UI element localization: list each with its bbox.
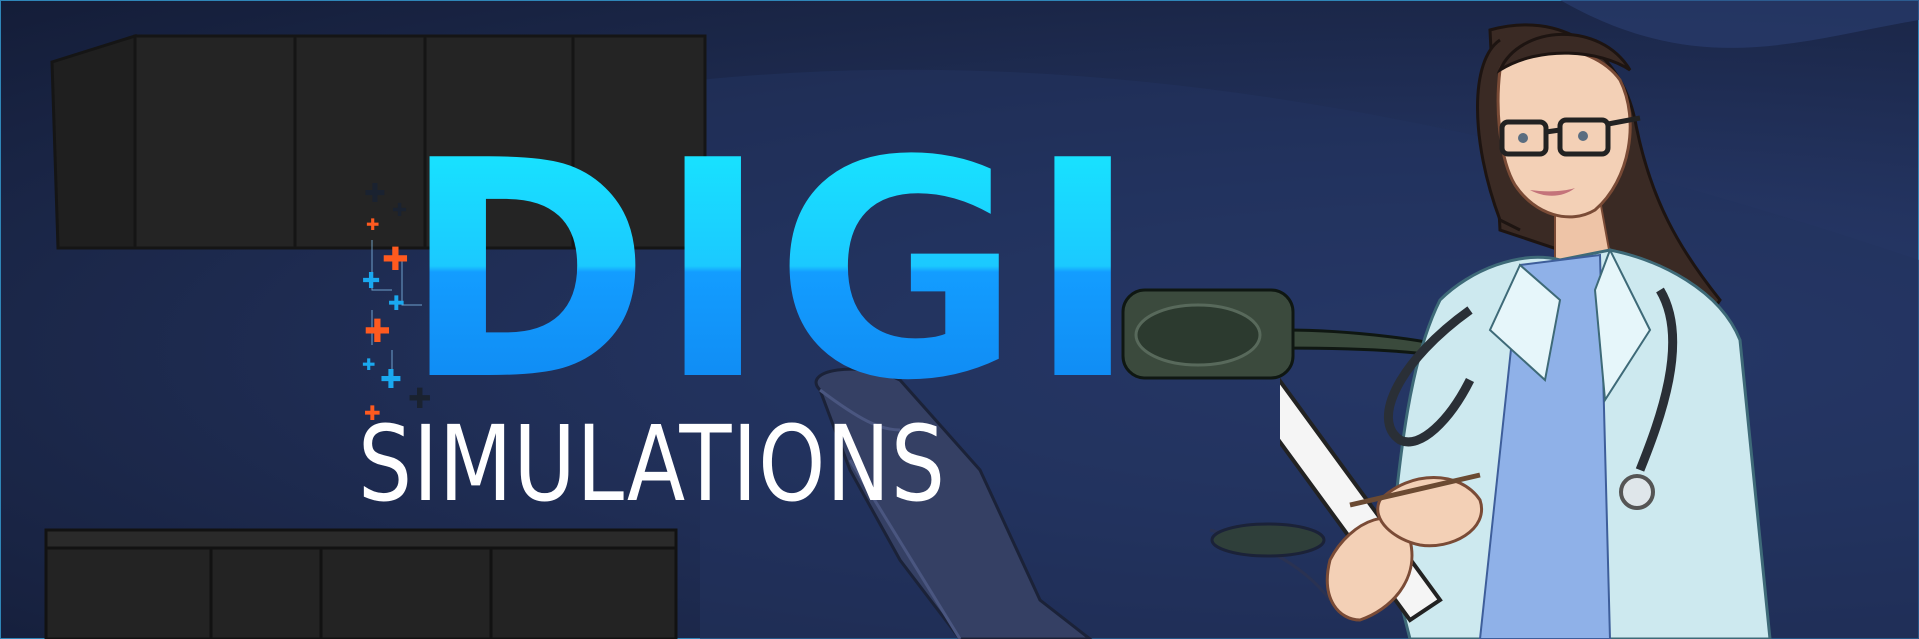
logo-main-word: DIGI	[402, 97, 1145, 446]
svg-text:✚: ✚	[364, 180, 386, 209]
svg-text:✚: ✚	[362, 355, 375, 374]
svg-text:✚: ✚	[380, 365, 402, 395]
banner: ✚ ✚ ✚ ✚ ✚ ✚ ✚ ✚ ✚ ✚ ✚ DIGI SIMULATIONS	[0, 0, 1919, 639]
svg-text:✚: ✚	[362, 269, 380, 294]
lower-cabinets	[44, 528, 678, 639]
svg-text:✚: ✚	[366, 215, 379, 234]
doctor-illustration	[1280, 23, 1772, 639]
logo-sub-word: SIMULATIONS	[358, 403, 946, 525]
digi-simulations-logo: ✚ ✚ ✚ ✚ ✚ ✚ ✚ ✚ ✚ ✚ ✚ DIGI SIMULATIONS	[358, 122, 1139, 540]
svg-text:✚: ✚	[364, 312, 391, 350]
